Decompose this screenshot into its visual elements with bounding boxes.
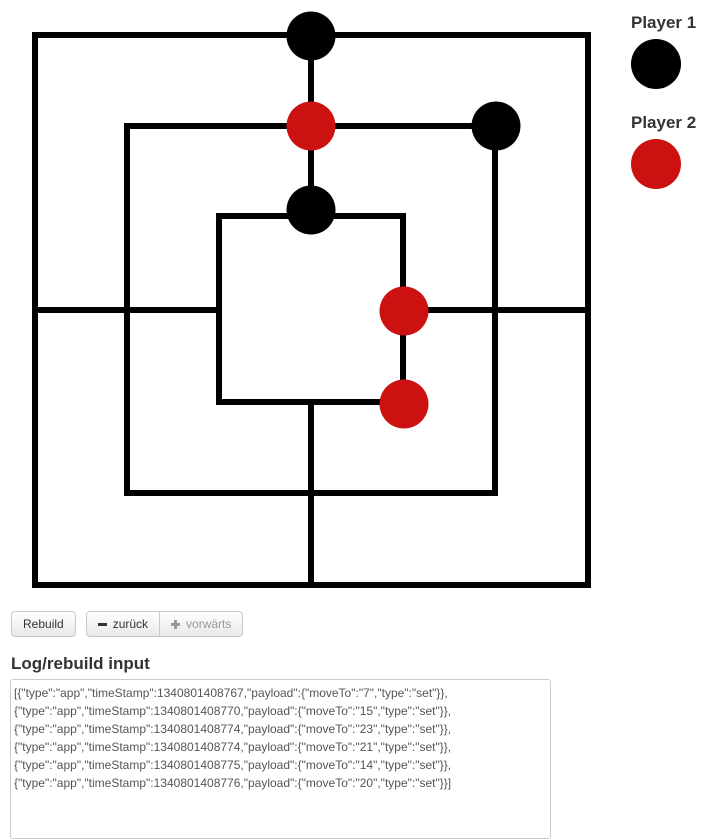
forward-label: vorwärts xyxy=(186,617,232,631)
piece-player2-inner-bottom-right[interactable] xyxy=(379,379,429,429)
player1-label: Player 1 xyxy=(631,13,697,32)
piece-player2-inner-middle-right[interactable] xyxy=(379,286,429,336)
rebuild-button[interactable]: Rebuild xyxy=(11,611,76,637)
player2-label: Player 2 xyxy=(631,113,697,132)
log-input[interactable]: [{"type":"app","timeStamp":1340801408767… xyxy=(10,679,551,839)
back-button[interactable]: zurück xyxy=(85,611,161,637)
inner-square xyxy=(216,213,406,405)
log-title: Log/rebuild input xyxy=(11,654,150,673)
rebuild-label: Rebuild xyxy=(23,617,64,631)
piece-player1-outer-top-center[interactable] xyxy=(286,11,336,61)
legend-player2: Player 2 xyxy=(631,113,696,189)
minus-icon xyxy=(97,622,107,626)
piece-player1-inner-top-center[interactable] xyxy=(286,185,336,235)
player1-disc xyxy=(631,39,681,89)
player2-disc xyxy=(631,139,681,189)
forward-button[interactable]: vorwärts xyxy=(160,611,244,637)
history-toolbar: Rebuild zurück vorwärts xyxy=(11,611,244,637)
legend-player1: Player 1 xyxy=(631,13,696,89)
game-board[interactable] xyxy=(0,0,620,600)
piece-player1-middle-top-right[interactable] xyxy=(471,101,521,151)
back-label: zurück xyxy=(112,617,149,631)
piece-player2-middle-top-center[interactable] xyxy=(286,101,336,151)
history-nav-group: zurück vorwärts xyxy=(85,611,244,637)
plus-icon xyxy=(171,619,181,629)
